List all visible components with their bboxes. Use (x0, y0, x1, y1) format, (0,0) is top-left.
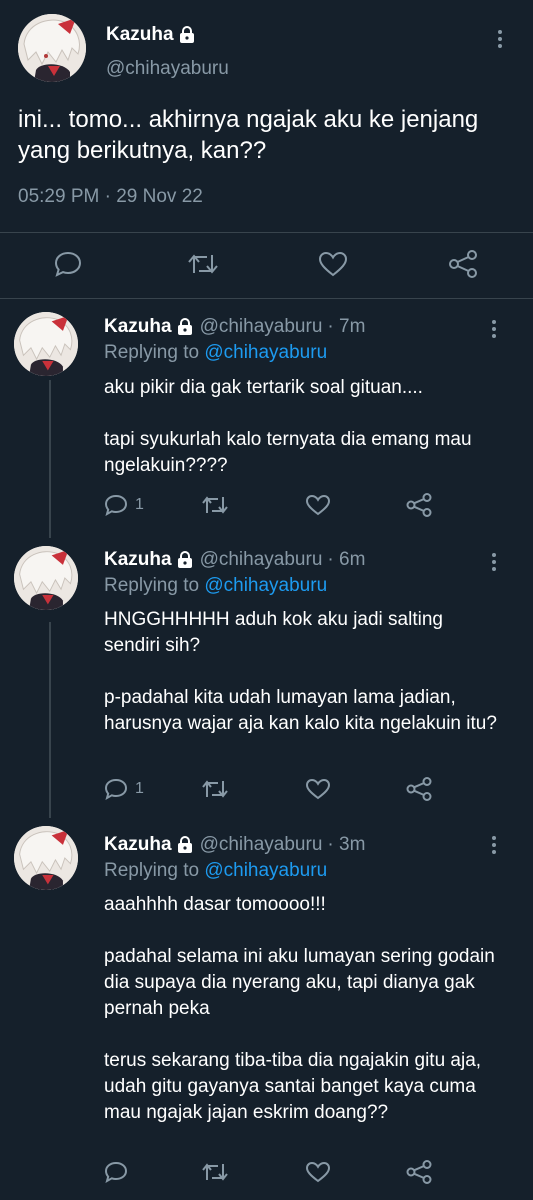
like-icon[interactable] (305, 778, 331, 800)
reply-count: 1 (135, 780, 144, 797)
avatar[interactable] (18, 14, 86, 82)
reply-icon[interactable] (104, 1161, 128, 1183)
more-options-icon[interactable] (491, 836, 497, 857)
reply-paragraph: terus sekarang tiba-tiba dia ngajakin gi… (104, 1050, 482, 1123)
reply-paragraph: p-padahal kita udah lumayan lama jadian,… (104, 687, 497, 734)
replying-to: Replying to @chihayaburu (104, 342, 327, 364)
share-icon[interactable] (448, 250, 478, 278)
lock-icon (176, 318, 194, 336)
share-icon[interactable] (406, 777, 432, 801)
author-name-text[interactable]: Kazuha (106, 24, 174, 46)
share-icon[interactable] (406, 493, 432, 517)
avatar[interactable] (14, 826, 78, 890)
reply-handle[interactable]: @chihayaburu (200, 834, 323, 856)
like-icon[interactable] (305, 1161, 331, 1183)
thread-line (49, 380, 51, 538)
reply-time: · 6m (327, 549, 366, 570)
replying-to-label: Replying to (104, 860, 205, 881)
reply-paragraph: HNGGHHHHH aduh kok aku jadi salting send… (104, 609, 443, 656)
replying-to-label: Replying to (104, 342, 205, 363)
reply-handle[interactable]: @chihayaburu (200, 316, 323, 338)
thread-line (49, 622, 51, 818)
more-options-icon[interactable] (497, 30, 503, 51)
retweet-icon[interactable] (202, 1161, 228, 1183)
lock-icon (176, 836, 194, 854)
reply-time: · 7m (327, 316, 366, 337)
replying-to-link[interactable]: @chihayaburu (204, 342, 327, 363)
divider (0, 298, 533, 299)
reply-author[interactable]: Kazuha @chihayaburu · 3m (104, 834, 365, 856)
replying-to-label: Replying to (104, 575, 205, 596)
reply-author-name[interactable]: Kazuha (104, 549, 172, 571)
tweet-text: ini... tomo... akhirnya ngajak aku ke je… (18, 106, 479, 164)
reply-author[interactable]: Kazuha @chihayaburu · 6m (104, 549, 365, 571)
more-options-icon[interactable] (491, 320, 497, 341)
replying-to-link[interactable]: @chihayaburu (204, 860, 327, 881)
share-icon[interactable] (406, 1160, 432, 1184)
reply-paragraph: aku pikir dia gak tertarik soal gituan..… (104, 377, 423, 398)
reply-icon[interactable] (54, 251, 82, 277)
like-icon[interactable] (305, 494, 331, 516)
divider (0, 232, 533, 233)
replying-to: Replying to @chihayaburu (104, 575, 327, 597)
lock-icon (176, 551, 194, 569)
retweet-icon[interactable] (202, 778, 228, 800)
retweet-icon[interactable] (202, 494, 228, 516)
reply-time: · 3m (327, 834, 366, 855)
author-handle[interactable]: @chihayaburu (106, 58, 229, 80)
tweet-timestamp[interactable]: 05:29 PM · 29 Nov 22 (18, 186, 203, 208)
lock-icon (178, 26, 196, 44)
retweet-icon[interactable] (187, 251, 219, 277)
avatar[interactable] (14, 546, 78, 610)
reply-body: aku pikir dia gak tertarik soal gituan..… (104, 375, 514, 479)
reply-icon[interactable] (104, 494, 128, 516)
replying-to: Replying to @chihayaburu (104, 860, 327, 882)
reply-icon[interactable] (104, 778, 128, 800)
reply-paragraph: aaahhhh dasar tomoooo!!! (104, 894, 326, 915)
reply-body: HNGGHHHHH aduh kok aku jadi salting send… (104, 607, 514, 737)
like-icon[interactable] (318, 251, 348, 277)
reply-author-name[interactable]: Kazuha (104, 316, 172, 338)
author-name[interactable]: Kazuha (106, 24, 196, 46)
reply-author-name[interactable]: Kazuha (104, 834, 172, 856)
reply-body: aaahhhh dasar tomoooo!!! padahal selama … (104, 892, 514, 1126)
reply-count: 1 (135, 496, 144, 513)
reply-handle[interactable]: @chihayaburu (200, 549, 323, 571)
avatar[interactable] (14, 312, 78, 376)
replying-to-link[interactable]: @chihayaburu (204, 575, 327, 596)
more-options-icon[interactable] (491, 553, 497, 574)
reply-paragraph: tapi syukurlah kalo ternyata dia emang m… (104, 429, 472, 476)
reply-paragraph: padahal selama ini aku lumayan sering go… (104, 946, 495, 1019)
reply-author[interactable]: Kazuha @chihayaburu · 7m (104, 316, 365, 338)
